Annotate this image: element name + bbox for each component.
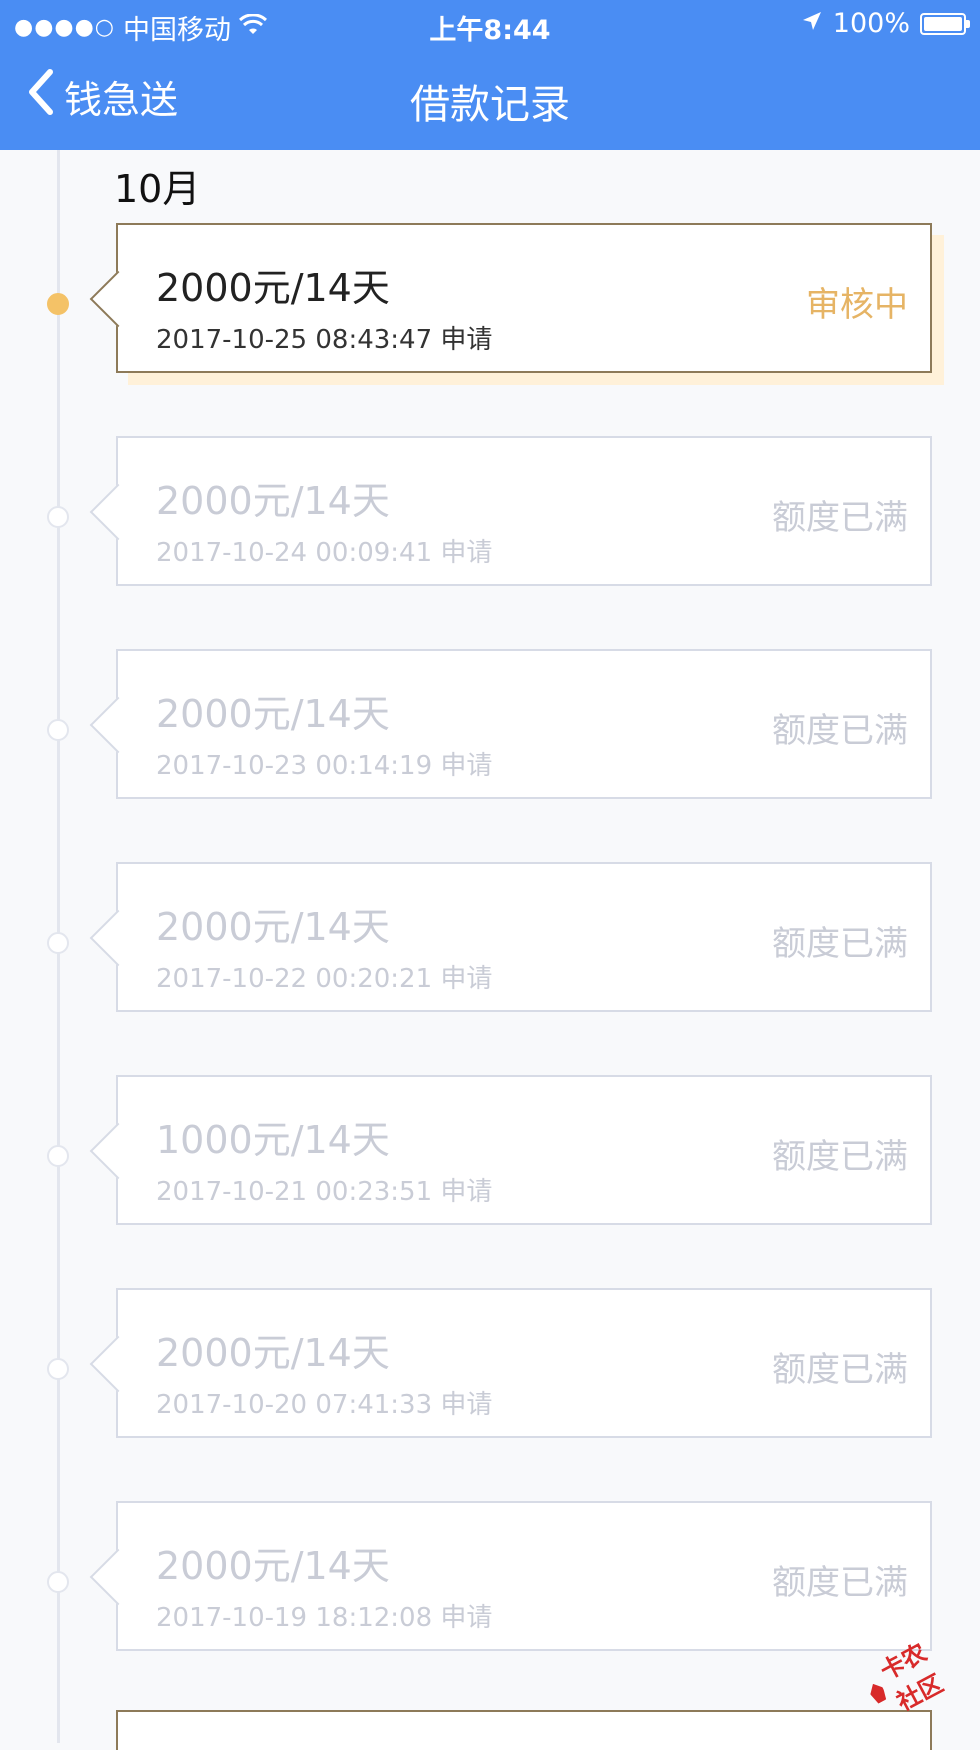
partial-record-card[interactable] bbox=[116, 1710, 932, 1750]
card-pointer bbox=[89, 270, 147, 328]
status-badge: 额度已满 bbox=[772, 498, 908, 538]
application-time: 2017-10-21 00:23:51 申请 bbox=[156, 1177, 493, 1207]
navigation-bar: 钱急送 借款记录 bbox=[0, 50, 980, 150]
status-badge: 额度已满 bbox=[772, 1563, 908, 1603]
loan-amount: 2000元/14天 bbox=[156, 479, 390, 523]
loan-record-card[interactable]: 2000元/14天 2017-10-23 00:14:19 申请 额度已满 bbox=[89, 649, 932, 799]
timeline-dot-icon bbox=[47, 293, 69, 315]
timeline-dot-icon bbox=[47, 719, 69, 741]
status-badge: 审核中 bbox=[806, 285, 908, 325]
status-badge: 额度已满 bbox=[772, 924, 908, 964]
status-badge: 额度已满 bbox=[772, 1137, 908, 1177]
loan-record-card[interactable]: 2000元/14天 2017-10-20 07:41:33 申请 额度已满 bbox=[89, 1288, 932, 1438]
loan-amount: 2000元/14天 bbox=[156, 1544, 390, 1588]
loan-record-card[interactable]: 1000元/14天 2017-10-21 00:23:51 申请 额度已满 bbox=[89, 1075, 932, 1225]
application-time: 2017-10-23 00:14:19 申请 bbox=[156, 751, 493, 781]
loan-amount: 2000元/14天 bbox=[156, 905, 390, 949]
card-pointer bbox=[89, 1335, 147, 1393]
timeline-dot-icon bbox=[47, 1358, 69, 1380]
application-time: 2017-10-25 08:43:47 申请 bbox=[156, 325, 493, 355]
status-bar: ●●●●○ 中国移动 上午8:44 100% bbox=[0, 0, 980, 50]
application-time: 2017-10-19 18:12:08 申请 bbox=[156, 1603, 493, 1633]
application-time: 2017-10-22 00:20:21 申请 bbox=[156, 964, 493, 994]
card-pointer bbox=[89, 696, 147, 754]
loan-record-card[interactable]: 2000元/14天 2017-10-22 00:20:21 申请 额度已满 bbox=[89, 862, 932, 1012]
loan-amount: 1000元/14天 bbox=[156, 1118, 390, 1162]
card-pointer bbox=[89, 1548, 147, 1606]
card-pointer bbox=[89, 483, 147, 541]
battery-percentage: 100% bbox=[832, 8, 910, 39]
month-heading: 10月 bbox=[114, 167, 201, 211]
timeline-dot-icon bbox=[47, 506, 69, 528]
loan-record-card[interactable]: 2000元/14天 2017-10-19 18:12:08 申请 额度已满 bbox=[89, 1501, 932, 1651]
timeline-dot-icon bbox=[47, 932, 69, 954]
application-time: 2017-10-24 00:09:41 申请 bbox=[156, 538, 493, 568]
loan-amount: 2000元/14天 bbox=[156, 1331, 390, 1375]
battery-icon bbox=[920, 12, 970, 35]
location-arrow-icon bbox=[801, 8, 823, 39]
status-badge: 额度已满 bbox=[772, 711, 908, 751]
status-badge: 额度已满 bbox=[772, 1350, 908, 1390]
loan-amount: 2000元/14天 bbox=[156, 266, 390, 310]
page-title: 借款记录 bbox=[410, 82, 570, 128]
timeline-dot-icon bbox=[47, 1145, 69, 1167]
loan-amount: 2000元/14天 bbox=[156, 692, 390, 736]
timeline-dot-icon bbox=[47, 1571, 69, 1593]
status-right: 100% bbox=[801, 8, 970, 39]
watermark-logo-icon bbox=[867, 1680, 889, 1704]
loan-record-card[interactable]: 2000元/14天 2017-10-24 00:09:41 申请 额度已满 bbox=[89, 436, 932, 586]
top-bar: ●●●●○ 中国移动 上午8:44 100% 钱急送 借款记录 bbox=[0, 0, 980, 150]
application-time: 2017-10-20 07:41:33 申请 bbox=[156, 1390, 493, 1420]
card-pointer bbox=[89, 1122, 147, 1180]
loan-record-card[interactable]: 2000元/14天 2017-10-25 08:43:47 申请 审核中 bbox=[89, 223, 932, 373]
card-pointer bbox=[89, 909, 147, 967]
